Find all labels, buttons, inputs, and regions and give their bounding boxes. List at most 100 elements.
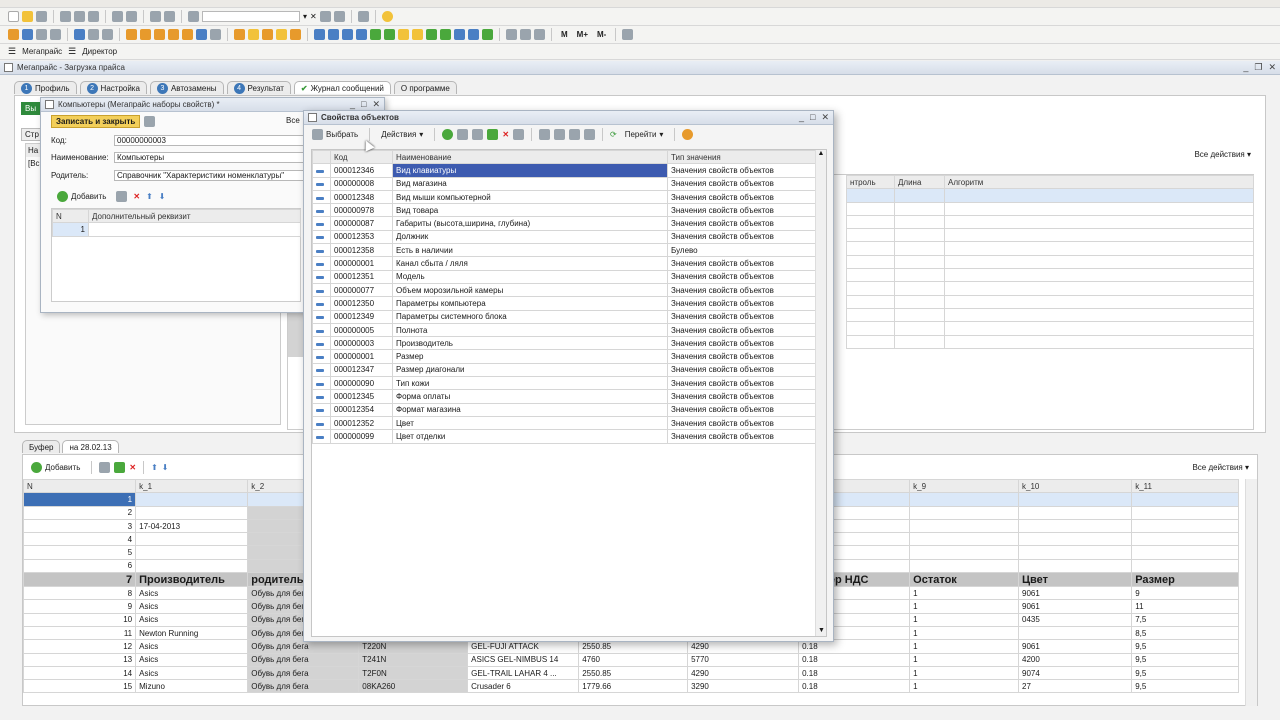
tool-icon[interactable] bbox=[290, 29, 301, 40]
edit-icon[interactable] bbox=[487, 128, 499, 140]
parent-field[interactable]: Справочник "Характеристики номенклатуры" bbox=[114, 170, 304, 181]
vertical-scrollbar[interactable] bbox=[1245, 479, 1257, 706]
tool-icon[interactable] bbox=[370, 29, 381, 40]
tool-icon[interactable] bbox=[454, 29, 465, 40]
close-icon[interactable]: ✕ bbox=[1268, 62, 1276, 73]
tool-icon[interactable] bbox=[154, 29, 165, 40]
add-row-button[interactable]: Добавить bbox=[27, 461, 84, 474]
add-requisite-button[interactable]: Добавить bbox=[53, 190, 110, 203]
find-prev-icon[interactable] bbox=[333, 11, 345, 22]
tool-icon[interactable] bbox=[36, 29, 47, 40]
table-row[interactable]: 14 Asics Обувь для бега T2F0N GEL-TRAIL LAHA… bbox=[22, 665, 1239, 681]
window-icon[interactable] bbox=[357, 11, 369, 22]
clear-search-icon[interactable]: ✕ bbox=[310, 12, 317, 21]
add-icon[interactable] bbox=[442, 128, 454, 140]
copy-icon[interactable] bbox=[74, 11, 85, 22]
scroll-down-icon[interactable]: ▼ bbox=[816, 627, 827, 634]
redo-icon[interactable] bbox=[164, 11, 175, 22]
actions-menu[interactable]: Действия ▾ bbox=[377, 129, 427, 140]
memory-button[interactable]: M bbox=[558, 30, 571, 39]
tab-result[interactable]: 4 Результат bbox=[226, 81, 291, 94]
close-icon[interactable]: ✕ bbox=[821, 112, 829, 123]
paste-icon[interactable] bbox=[88, 11, 99, 22]
search-icon[interactable] bbox=[188, 11, 199, 22]
table-row[interactable]: 000012352 Цвет Значения свойств объектов bbox=[312, 415, 816, 431]
table-row[interactable]: 000012350 Параметры компьютера Значения св… bbox=[312, 296, 816, 311]
tool-icon[interactable] bbox=[356, 29, 367, 40]
delete-icon[interactable]: ✕ bbox=[133, 192, 140, 201]
table-row[interactable]: 000000099 Цвет отделки Значения свойств об… bbox=[312, 429, 816, 444]
table-row[interactable]: 13 Asics Обувь для бега T241N ASICS GEL-NIMB… bbox=[22, 652, 1239, 667]
column-header-name[interactable]: Наименование bbox=[392, 149, 668, 165]
restore-icon[interactable]: □ bbox=[810, 112, 815, 123]
restore-icon[interactable]: □ bbox=[361, 99, 366, 110]
memory-minus-button[interactable]: M- bbox=[594, 30, 609, 39]
grid-icon[interactable] bbox=[534, 29, 545, 40]
tool-icon[interactable] bbox=[22, 29, 33, 40]
delete-row-icon[interactable]: ✕ bbox=[129, 463, 136, 472]
table-row[interactable]: 000012353 Должник Значения свойств объекто… bbox=[312, 229, 816, 245]
column-header[interactable]: k_1 bbox=[135, 478, 249, 494]
tab-about[interactable]: О программе bbox=[393, 81, 457, 94]
tab-autoreplace[interactable]: 3 Автозамены bbox=[149, 81, 224, 94]
tool-icon[interactable] bbox=[262, 29, 273, 40]
vertical-scrollbar[interactable]: ▲ ▼ bbox=[815, 150, 826, 636]
table-row[interactable]: 000012354 Формат магазина Значения свойств… bbox=[312, 402, 816, 417]
scroll-up-icon[interactable]: ▲ bbox=[816, 150, 826, 157]
help-icon[interactable] bbox=[682, 128, 694, 140]
table-row[interactable]: 000012351 Модель Значения свойств объектов bbox=[312, 269, 816, 284]
tab-date[interactable]: на 28.02.13 bbox=[62, 440, 119, 453]
tool-icon[interactable] bbox=[234, 29, 245, 40]
table-row[interactable]: 000012347 Размер диагонали Значения свойст… bbox=[312, 362, 816, 378]
tool-icon[interactable] bbox=[168, 29, 179, 40]
tab-buffer[interactable]: Буфер bbox=[22, 440, 61, 453]
column-header[interactable]: k_11 bbox=[1131, 478, 1239, 494]
tool-icon[interactable] bbox=[468, 29, 479, 40]
column-header-code[interactable]: Код bbox=[330, 149, 393, 165]
table-row[interactable]: 000000090 Тип кожи Значения свойств объект… bbox=[312, 376, 816, 391]
edit-row-icon[interactable] bbox=[114, 461, 126, 473]
print-icon[interactable] bbox=[112, 11, 123, 22]
tool-icon[interactable] bbox=[102, 29, 113, 40]
tool-icon[interactable] bbox=[210, 29, 221, 40]
tool-icon[interactable] bbox=[276, 29, 287, 40]
tab-message-log[interactable]: ✔ Журнал сообщений bbox=[293, 81, 391, 94]
clear-filter-icon[interactable] bbox=[584, 128, 596, 140]
tab-profile[interactable]: 1 Профиль bbox=[14, 81, 77, 94]
add-group-icon[interactable] bbox=[457, 128, 469, 140]
delete-icon[interactable]: ✕ bbox=[502, 130, 509, 139]
tool-icon[interactable] bbox=[314, 29, 325, 40]
table-row[interactable]: 000000001 Канал сбыта / ляля Значения свой… bbox=[312, 256, 816, 271]
memory-plus-button[interactable]: M+ bbox=[574, 30, 591, 39]
tool-icon[interactable] bbox=[50, 29, 61, 40]
save-and-close-button[interactable]: Записать и закрыть bbox=[51, 114, 141, 128]
table-row[interactable]: 000012345 Форма оплаты Значения свойств об… bbox=[312, 389, 816, 404]
table-row[interactable]: 000012346 Вид клавиатуры Значения свойств … bbox=[312, 163, 816, 178]
restore-icon[interactable]: ❐ bbox=[1254, 62, 1262, 73]
filter-value-icon[interactable] bbox=[554, 128, 566, 140]
close-icon[interactable]: ✕ bbox=[372, 99, 380, 110]
copy-icon[interactable] bbox=[116, 191, 128, 202]
table-row[interactable]: 000012349 Параметры системного блока Значе… bbox=[312, 309, 816, 324]
refresh-icon[interactable]: ⟳ bbox=[610, 130, 617, 139]
tool-icon[interactable] bbox=[412, 29, 423, 40]
table-row[interactable]: 15 Mizuno Обувь для бега 08KA260 Crusader 61… bbox=[22, 679, 1239, 694]
table-row[interactable]: 000000003 Производитель Значения свойств о… bbox=[312, 336, 816, 351]
tool-icon[interactable] bbox=[384, 29, 395, 40]
tool-icon[interactable] bbox=[426, 29, 437, 40]
vy-button[interactable]: Вы bbox=[21, 102, 41, 115]
table-row[interactable]: 000000077 Объем морозильной камеры Значени… bbox=[312, 282, 816, 298]
all-actions-menu[interactable]: Все действия ▾ bbox=[1194, 150, 1251, 159]
minimize-icon[interactable]: _ bbox=[1243, 62, 1248, 73]
table-row[interactable]: 000012348 Вид мыши компьютерной Значения с… bbox=[312, 189, 816, 205]
table-row[interactable]: 1 bbox=[52, 222, 301, 237]
select-button[interactable]: Выбрать bbox=[308, 128, 362, 141]
name-field[interactable]: Компьютеры bbox=[114, 152, 304, 163]
save-icon[interactable] bbox=[36, 11, 47, 22]
table-row[interactable]: 000000005 Полнота Значения свойств объекто… bbox=[312, 322, 816, 338]
filter-icon[interactable] bbox=[539, 128, 551, 140]
open-folder-icon[interactable] bbox=[22, 11, 33, 22]
filter-list-icon[interactable] bbox=[569, 128, 581, 140]
undo-icon[interactable] bbox=[150, 11, 161, 22]
bottom-all-actions[interactable]: Все действия ▾ bbox=[1192, 463, 1249, 472]
